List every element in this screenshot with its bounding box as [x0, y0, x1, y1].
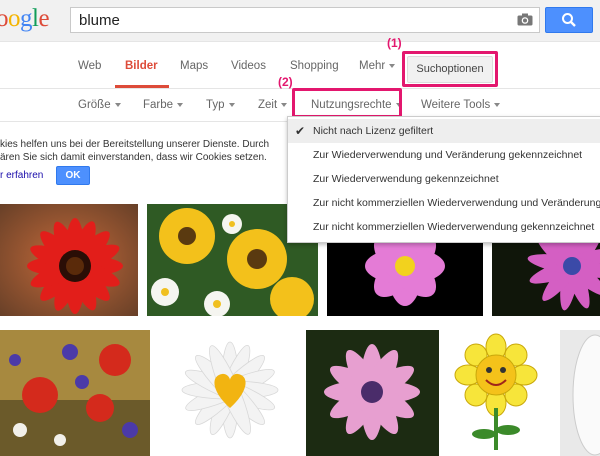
filter-label: Zeit — [258, 99, 278, 111]
search-button[interactable] — [545, 7, 593, 33]
search-query: blume — [79, 12, 120, 29]
image-thumbnail[interactable] — [0, 330, 150, 456]
search-icon — [562, 13, 576, 27]
filter-more-tools[interactable]: Weitere Tools — [421, 99, 501, 111]
chevron-down-icon — [389, 63, 396, 68]
camera-icon[interactable] — [517, 13, 533, 26]
filter-time[interactable]: Zeit — [258, 99, 288, 111]
chevron-down-icon — [177, 102, 184, 107]
menu-item-label: Zur Wiederverwendung gekennzeichnet — [313, 173, 499, 185]
filter-label: Größe — [78, 99, 111, 111]
logo-letter: o — [0, 5, 9, 32]
tab-web[interactable]: Web — [78, 60, 101, 72]
menu-item-label: Nicht nach Lizenz gefiltert — [313, 125, 434, 137]
menu-item-noncommercial-reuse[interactable]: Zur nicht kommerziellen Wiederverwendung… — [288, 215, 600, 239]
red-gerbera-image — [0, 204, 138, 316]
tab-maps[interactable]: Maps — [180, 60, 208, 72]
logo-letter: e — [38, 5, 50, 32]
tab-videos[interactable]: Videos — [231, 60, 266, 72]
annotation-label-1: (1) — [387, 36, 402, 50]
tab-more[interactable]: Mehr — [359, 60, 396, 72]
filter-label: Weitere Tools — [421, 99, 491, 111]
image-thumbnail[interactable] — [0, 204, 138, 316]
image-thumbnail[interactable] — [448, 330, 553, 456]
cookie-line: ären Sie sich damit einverstanden, dass … — [0, 152, 267, 163]
menu-item-label: Zur nicht kommerziellen Wiederverwendung… — [313, 197, 600, 209]
chevron-down-icon — [281, 102, 288, 107]
menu-item-reuse[interactable]: Zur Wiederverwendung gekennzeichnet — [288, 167, 600, 191]
image-thumbnail[interactable] — [306, 330, 439, 456]
filter-type[interactable]: Typ — [206, 99, 235, 111]
tab-more-label: Mehr — [359, 60, 386, 72]
filter-label: Farbe — [143, 99, 174, 111]
cartoon-flower-image — [448, 330, 553, 456]
tab-images[interactable]: Bilder — [125, 60, 158, 72]
menu-item-not-filtered[interactable]: ✔ Nicht nach Lizenz gefiltert — [288, 119, 600, 143]
checkmark-icon: ✔ — [295, 124, 306, 138]
annotation-label-2: (2) — [278, 75, 293, 89]
logo-letter: o — [8, 5, 21, 32]
pink-flower-image — [306, 330, 439, 456]
menu-item-noncommercial-reuse-modify[interactable]: Zur nicht kommerziellen Wiederverwendung… — [288, 191, 600, 215]
tab-shopping[interactable]: Shopping — [290, 60, 339, 72]
menu-item-label: Zur nicht kommerziellen Wiederverwendung… — [313, 221, 595, 233]
cookie-ok-button[interactable]: OK — [56, 166, 90, 185]
image-thumbnail[interactable] — [160, 330, 297, 456]
cookie-learn-more-link[interactable]: r erfahren — [0, 170, 43, 181]
search-input[interactable]: blume — [70, 7, 540, 33]
menu-item-reuse-modify[interactable]: Zur Wiederverwendung und Veränderung gek… — [288, 143, 600, 167]
wildflowers-image — [0, 330, 150, 456]
chevron-down-icon — [114, 102, 121, 107]
filter-label: Typ — [206, 99, 225, 111]
white-petal-image — [560, 330, 600, 456]
usage-rights-menu: ✔ Nicht nach Lizenz gefiltert Zur Wieder… — [287, 116, 600, 243]
image-thumbnail[interactable] — [560, 330, 600, 456]
filter-size[interactable]: Größe — [78, 99, 121, 111]
header-bar: oogle blume — [0, 0, 600, 42]
logo-letter: g — [20, 5, 33, 32]
cookie-line: kies helfen uns bei der Bereitstellung u… — [0, 139, 270, 150]
google-logo[interactable]: oogle — [0, 5, 50, 33]
menu-item-label: Zur Wiederverwendung und Veränderung gek… — [313, 149, 583, 161]
highlight-box-1 — [402, 51, 498, 87]
highlight-box-2 — [292, 88, 402, 118]
filter-color[interactable]: Farbe — [143, 99, 184, 111]
white-daisy-image — [160, 330, 297, 456]
chevron-down-icon — [228, 102, 235, 107]
cookie-notice-text: kies helfen uns bei der Bereitstellung u… — [0, 138, 269, 164]
chevron-down-icon — [494, 102, 501, 107]
search-tabs: Web Bilder Maps Videos Shopping Mehr — [0, 42, 600, 88]
